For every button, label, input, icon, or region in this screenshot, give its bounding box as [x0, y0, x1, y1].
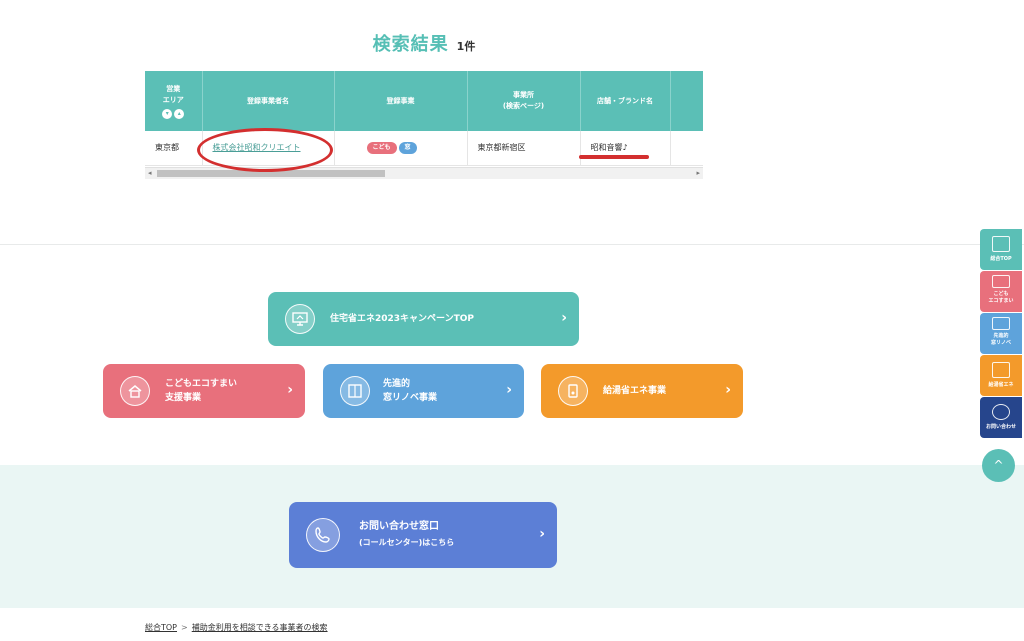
kyutou-eco-label: 給湯省エネ事業	[603, 386, 667, 396]
contact-label-line2: (コールセンター)はこちら	[359, 538, 455, 547]
cell-area: 東京都	[145, 131, 203, 166]
breadcrumb-home-link[interactable]: 総合TOP	[145, 623, 177, 632]
campaign-top-button[interactable]: 住宅省エネ2023キャンペーンTOP ›	[268, 292, 579, 346]
side-nav-kyutou[interactable]: 給湯省エネ	[980, 355, 1022, 396]
monitor-icon	[992, 236, 1010, 252]
expand-down-icon[interactable]: ▾	[162, 108, 173, 119]
side-nav-mado[interactable]: 先進的 窓リノベ	[980, 313, 1022, 354]
kodomo-eco-button[interactable]: こどもエコすまい 支援事業 ›	[103, 364, 305, 418]
mado-label-line2: 窓リノベ事業	[383, 393, 438, 403]
tag-mado: 窓	[398, 141, 417, 154]
side-nav-contact[interactable]: お問い合わせ	[980, 397, 1022, 438]
phone-icon	[992, 404, 1010, 420]
chevron-right-icon: ›	[725, 382, 731, 398]
tag-kodomo: こども	[366, 141, 397, 154]
chevron-right-icon: ›	[539, 526, 545, 542]
side-nav-kodomo[interactable]: こども エコすまい	[980, 271, 1022, 312]
header-extra	[670, 71, 703, 131]
breadcrumb-current[interactable]: 補助金利用を相談できる事業者の検索	[192, 623, 328, 632]
contact-center-button[interactable]: お問い合わせ窓口 (コールセンター)はこちら ›	[289, 502, 557, 568]
collapse-up-icon[interactable]: ▴	[174, 108, 185, 119]
side-nav-kodomo-label: こども エコすまい	[988, 291, 1014, 304]
results-count: 1件	[456, 40, 476, 53]
mado-renovation-button[interactable]: 先進的 窓リノベ事業 ›	[323, 364, 524, 418]
chevron-right-icon: ›	[561, 310, 567, 326]
header-office: 事業所 (検索ページ)	[467, 71, 581, 131]
kodomo-eco-label: こどもエコすまい 支援事業	[165, 377, 237, 405]
header-business: 登録事業	[334, 71, 468, 131]
water-heater-icon	[558, 376, 588, 406]
results-heading: 検索結果 1件	[0, 30, 848, 56]
side-nav-mado-label: 先進的 窓リノベ	[990, 333, 1011, 346]
window-icon	[340, 376, 370, 406]
kodomo-eco-label-line1: こどもエコすまい	[165, 379, 238, 389]
water-heater-icon	[992, 362, 1010, 378]
house-icon	[120, 376, 150, 406]
scroll-left-icon[interactable]: ◂	[148, 169, 152, 177]
header-company: 登録事業者名	[202, 71, 335, 131]
mado-label-line1: 先進的	[383, 379, 411, 389]
phone-icon	[306, 518, 340, 552]
header-area: 営業 エリア ▾ ▴	[145, 71, 203, 131]
breadcrumb: 総合TOP > 補助金利用を相談できる事業者の検索	[145, 622, 328, 633]
monitor-icon	[285, 304, 315, 334]
section-divider	[0, 244, 1024, 245]
cell-business: こども窓	[334, 131, 468, 166]
side-nav-top-label: 総合TOP	[990, 256, 1012, 262]
house-icon	[992, 275, 1010, 288]
cell-office: 東京都新宿区	[467, 131, 581, 166]
contact-center-label: お問い合わせ窓口 (コールセンター)はこちら	[359, 519, 454, 551]
window-icon	[992, 317, 1010, 330]
header-brand: 店舗・ブランド名	[580, 71, 671, 131]
campaign-top-label: 住宅省エネ2023キャンペーンTOP	[330, 314, 474, 324]
chevron-up-icon: ^	[993, 458, 1004, 472]
breadcrumb-separator: >	[181, 623, 188, 632]
kyutou-eco-button[interactable]: 給湯省エネ事業 ›	[541, 364, 743, 418]
scroll-right-icon[interactable]: ▸	[696, 169, 700, 177]
annotation-circle	[197, 128, 333, 172]
side-nav-contact-label: お問い合わせ	[985, 424, 1016, 430]
mado-renovation-label: 先進的 窓リノベ事業	[383, 377, 437, 405]
chevron-right-icon: ›	[287, 382, 293, 398]
sort-toggles: ▾ ▴	[145, 108, 202, 119]
header-area-label: 営業 エリア	[162, 84, 184, 104]
cell-extra	[670, 131, 703, 166]
side-nav-kyutou-label: 給湯省エネ	[988, 382, 1014, 388]
cell-brand: 昭和音響♪	[580, 131, 671, 166]
contact-label-line1: お問い合わせ窓口	[359, 521, 439, 532]
side-nav-top[interactable]: 総合TOP	[980, 229, 1022, 270]
chevron-right-icon: ›	[506, 382, 512, 398]
scroll-to-top-button[interactable]: ^	[982, 449, 1015, 482]
annotation-underline	[579, 155, 649, 159]
table-header-row: 営業 エリア ▾ ▴ 登録事業者名 登録事業 事業所 (検索ページ) 店舗・ブラン…	[145, 71, 703, 131]
results-title: 検索結果	[372, 34, 449, 55]
kodomo-eco-label-line2: 支援事業	[165, 393, 202, 403]
